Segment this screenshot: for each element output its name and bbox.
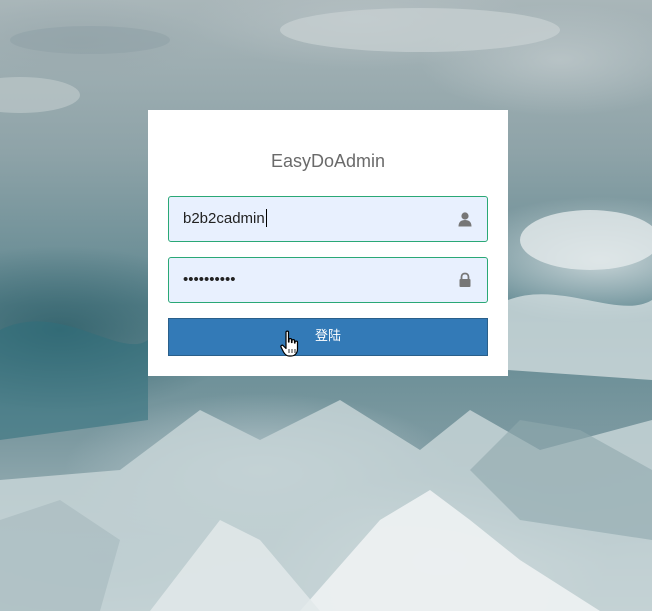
hand-pointer-icon [280,330,299,357]
login-title: EasyDoAdmin [270,151,386,171]
password-field[interactable]: •••••••••• [168,257,488,303]
username-field[interactable]: b2b2cadmin [168,196,488,242]
password-value[interactable]: •••••••••• [183,258,236,302]
user-icon [458,212,472,227]
lock-icon [459,272,471,287]
login-button[interactable]: 登陆 [168,318,488,356]
text-caret [265,208,267,227]
username-value[interactable]: b2b2cadmin [183,197,267,241]
login-card: EasyDoAdmin b2b2cadmin •••••••••• 登陆 [148,110,508,376]
